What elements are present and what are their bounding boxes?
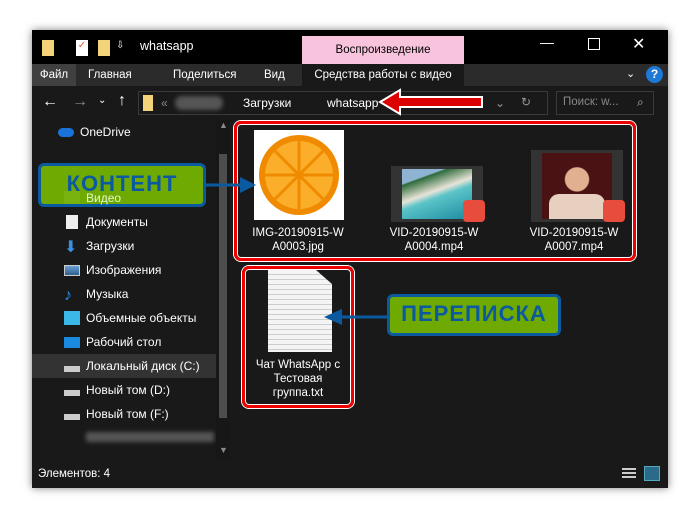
documents-icon: [66, 215, 78, 229]
file-item-video-2[interactable]: VID-20190915-W A0007.mp4: [518, 130, 630, 260]
orange-image-thumbnail: [254, 130, 344, 220]
properties-icon[interactable]: ✓: [76, 40, 88, 56]
large-icons-view-button[interactable]: [644, 466, 660, 481]
maximize-button[interactable]: [588, 38, 600, 50]
sidebar-item-onedrive[interactable]: OneDrive: [32, 120, 228, 144]
sidebar-item-video[interactable]: [32, 186, 228, 210]
chat-arrow: [324, 309, 390, 325]
pictures-icon: [64, 265, 80, 276]
sidebar-item-music[interactable]: ♪ Музыка: [32, 282, 228, 306]
navigation-pane: OneDrive Документы ⬇ Загрузки Изображения…: [32, 120, 232, 460]
close-button[interactable]: ✕: [632, 34, 645, 54]
cloud-icon: [58, 128, 74, 137]
music-icon: ♪: [64, 287, 72, 304]
drive-icon: [64, 414, 80, 420]
item-count: Элементов: 4: [38, 468, 111, 480]
sidebar-item-drive-c[interactable]: Локальный диск (C:): [32, 354, 228, 378]
new-folder-icon[interactable]: [98, 40, 110, 56]
file-name: VID-20190915-W A0004.mp4: [389, 227, 479, 253]
explorer-window: ✓ ⇩ whatsapp Воспроизведение — ✕ Файл Гл…: [32, 30, 668, 488]
desktop-icon: [64, 337, 80, 348]
sidebar-item-pictures[interactable]: Изображения: [32, 258, 228, 282]
navigation-bar: ← → ⌄ ↑ « Загрузки whatsapp ⌄ ↻ Поиск: w…: [32, 86, 668, 120]
folder-icon: [143, 95, 153, 111]
details-view-button[interactable]: [622, 468, 636, 480]
3d-objects-icon: [64, 311, 80, 325]
blurred-network-item: [86, 432, 214, 442]
tab-file[interactable]: Файл: [32, 64, 76, 86]
file-item-text[interactable]: Чат WhatsApp с Тестовая группа.txt: [246, 268, 350, 406]
help-icon[interactable]: ?: [646, 66, 663, 83]
scroll-down-icon[interactable]: ▼: [219, 445, 228, 455]
drive-icon: [64, 366, 80, 372]
sidebar-item-3d-objects[interactable]: Объемные объекты: [32, 306, 228, 330]
sidebar-scrollbar[interactable]: ▲ ▼: [216, 120, 230, 460]
sidebar-item-downloads[interactable]: ⬇ Загрузки: [32, 234, 228, 258]
sidebar-item-desktop[interactable]: Рабочий стол: [32, 330, 228, 354]
video-thumbnail: [531, 150, 625, 222]
expand-ribbon-icon[interactable]: ⌄: [626, 67, 635, 80]
breadcrumb-whatsapp[interactable]: whatsapp: [327, 96, 378, 110]
tab-home[interactable]: Главная: [88, 64, 132, 86]
minimize-button[interactable]: —: [532, 34, 562, 58]
address-arrow-annotation: [378, 88, 483, 116]
context-tab-header: Воспроизведение: [302, 36, 464, 64]
drive-icon: [64, 390, 80, 396]
video-thumbnail: [391, 166, 485, 222]
video-folder-icon: [64, 191, 80, 205]
recent-locations-icon[interactable]: ⌄: [98, 95, 106, 106]
player-badge-icon: [603, 200, 625, 222]
search-placeholder: Поиск: w...: [563, 96, 619, 108]
status-bar: Элементов: 4: [32, 460, 668, 488]
up-button[interactable]: ↑: [118, 92, 126, 110]
overflow-chevrons[interactable]: «: [161, 96, 168, 110]
file-item-image[interactable]: IMG-20190915-W A0003.jpg: [242, 130, 344, 260]
downloads-icon: ⬇: [64, 239, 78, 256]
sidebar-item-documents[interactable]: Документы: [32, 210, 228, 234]
forward-button[interactable]: →: [72, 93, 88, 111]
player-badge-icon: [463, 200, 485, 222]
window-title: whatsapp: [140, 39, 194, 53]
file-name: Чат WhatsApp с Тестовая группа.txt: [255, 359, 341, 399]
sidebar-item-drive-d[interactable]: Новый том (D:): [32, 378, 228, 402]
file-item-video-1[interactable]: VID-20190915-W A0004.mp4: [378, 130, 490, 260]
scroll-up-icon[interactable]: ▲: [219, 120, 228, 130]
file-name: VID-20190915-W A0007.mp4: [529, 227, 619, 253]
breadcrumb-downloads[interactable]: Загрузки: [243, 96, 291, 110]
sidebar-item-drive-f[interactable]: Новый том (F:): [32, 402, 228, 426]
content-arrow: [204, 177, 256, 193]
search-icon: ⌕: [637, 95, 644, 109]
search-input[interactable]: Поиск: w... ⌕: [556, 91, 654, 115]
title-bar: ✓ ⇩ whatsapp Воспроизведение — ✕: [32, 30, 668, 64]
address-dropdown-icon[interactable]: ⌄: [495, 96, 505, 110]
refresh-icon[interactable]: ↻: [521, 95, 531, 109]
folder-icon: [42, 40, 54, 56]
tab-video-tools[interactable]: Средства работы с видео: [302, 64, 464, 86]
file-name: IMG-20190915-W A0003.jpg: [252, 227, 344, 253]
tab-share[interactable]: Поделиться: [173, 64, 237, 86]
blurred-username: [175, 96, 223, 110]
ribbon-tabs: Файл Главная Поделиться Вид Средства раб…: [32, 64, 668, 86]
quick-access-dropdown-icon[interactable]: ⇩: [116, 40, 124, 51]
back-button[interactable]: ←: [42, 93, 58, 111]
tab-view[interactable]: Вид: [264, 64, 285, 86]
text-file-icon: [268, 270, 332, 352]
